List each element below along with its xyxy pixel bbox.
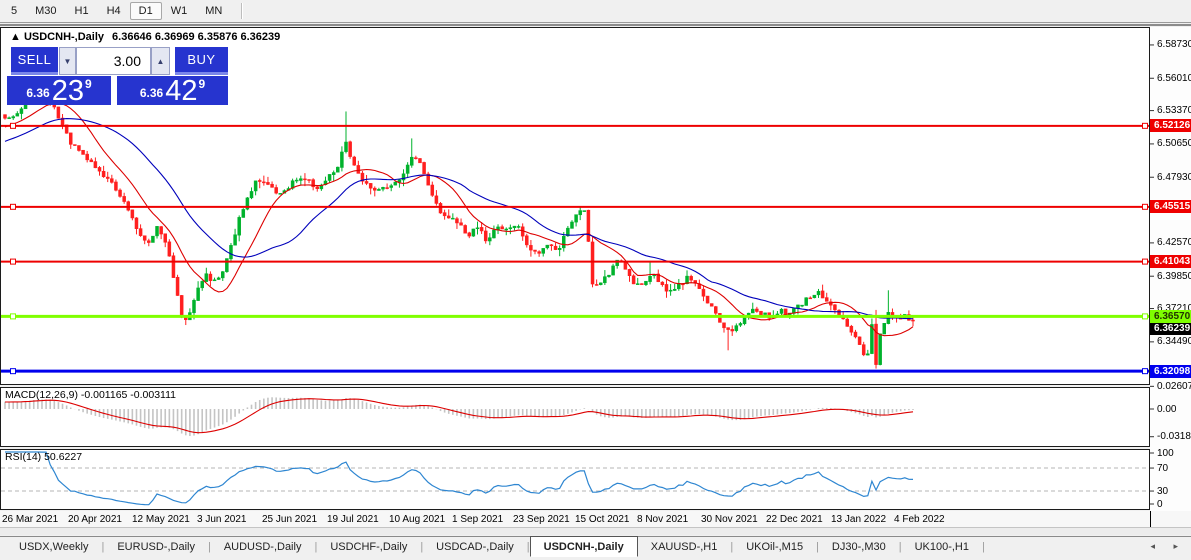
- buy-price-main: 42: [165, 75, 198, 107]
- chart-symbol-label: USDCNH-,Daily: [23, 31, 105, 43]
- lot-increase-button[interactable]: ▲: [151, 47, 170, 75]
- price-tick-label: 6.39850: [1157, 270, 1191, 282]
- rsi-panel[interactable]: [0, 449, 1150, 510]
- buy-price-pip: 9: [198, 77, 206, 91]
- tab-eurusd-daily[interactable]: EURUSD-,Daily: [104, 537, 208, 557]
- window-border: [0, 24, 1191, 26]
- lot-size-input[interactable]: 3.00: [76, 47, 151, 75]
- sell-button[interactable]: SELL: [11, 47, 58, 75]
- date-axis-label: 12 May 2021: [132, 514, 190, 525]
- macd-tick-label: 0.02607: [1157, 380, 1191, 392]
- date-axis-label: 26 Mar 2021: [2, 514, 59, 525]
- date-axis-label: 23 Sep 2021: [513, 514, 570, 525]
- price-line-badge: 6.36570: [1150, 309, 1191, 323]
- lot-decrease-button[interactable]: ▼: [59, 47, 76, 75]
- date-axis-label: 8 Nov 2021: [637, 514, 689, 525]
- tab-divider: |: [982, 541, 985, 553]
- date-axis-label: 19 Jul 2021: [327, 514, 379, 525]
- horizontal-scrollbar[interactable]: [0, 527, 1191, 535]
- timeframe-button-mn[interactable]: MN: [196, 2, 231, 20]
- sell-price-box[interactable]: 6.36 23 9: [7, 75, 111, 107]
- timeframe-button-d1[interactable]: D1: [129, 2, 162, 20]
- price-tick-label: 6.42570: [1157, 237, 1191, 249]
- buy-price-box[interactable]: 6.36 42 9: [117, 75, 228, 107]
- sell-price-pip: 9: [84, 77, 92, 91]
- date-axis-label: 20 Apr 2021: [68, 514, 122, 525]
- tab-audusd-daily[interactable]: AUDUSD-,Daily: [211, 537, 315, 557]
- price-tick-label: 6.50650: [1157, 138, 1191, 150]
- price-line-badge: 6.32098: [1150, 364, 1191, 378]
- price-tick-label: 6.56010: [1157, 72, 1191, 84]
- trading-terminal: 5 M30 H1 H4 D1 W1 MN ▲ USDCNH-,Daily 6.36646 6.…: [0, 0, 1191, 560]
- tab-scroll-arrows[interactable]: ◂ ▸: [1150, 541, 1186, 552]
- buy-button[interactable]: BUY: [175, 47, 228, 75]
- current-price-badge: 6.36239: [1150, 321, 1191, 335]
- date-axis-label: 10 Aug 2021: [389, 514, 446, 525]
- tab-usdx-weekly[interactable]: USDX,Weekly: [6, 537, 101, 557]
- timeframe-button-m30[interactable]: M30: [26, 2, 65, 20]
- price-tick-label: 6.53370: [1157, 105, 1191, 117]
- price-tick-label: 6.34490: [1157, 336, 1191, 348]
- timeframe-button-w1[interactable]: W1: [162, 2, 197, 20]
- rsi-header: RSI(14) 50.6227: [5, 451, 83, 463]
- timeframe-button-h4[interactable]: H4: [98, 2, 130, 20]
- date-axis-label: 3 Jun 2021: [197, 514, 247, 525]
- date-axis-label: 4 Feb 2022: [894, 514, 945, 525]
- chart-title: ▲ USDCNH-,Daily 6.36646 6.36969 6.35876 6…: [10, 31, 280, 43]
- tab-uk100-h1[interactable]: UK100-,H1: [902, 537, 982, 557]
- date-axis-label: 22 Dec 2021: [766, 514, 823, 525]
- price-tick-label: 6.58730: [1157, 39, 1191, 51]
- axis-divider: [1150, 511, 1151, 527]
- macd-header: MACD(12,26,9) -0.001165 -0.003111: [5, 389, 177, 401]
- timeframe-toolbar: 5 M30 H1 H4 D1 W1 MN: [0, 0, 1191, 23]
- timeframe-button-h1[interactable]: H1: [66, 2, 98, 20]
- sell-price-prefix: 6.36: [26, 86, 50, 100]
- chart-ohlc-values: 6.36646 6.36969 6.35876 6.36239: [112, 31, 281, 43]
- price-line-badge: 6.52126: [1150, 119, 1191, 133]
- date-axis-label: 1 Sep 2021: [452, 514, 504, 525]
- tab-dj30-m30[interactable]: DJ30-,M30: [819, 537, 899, 557]
- buy-price-prefix: 6.36: [139, 86, 164, 100]
- price-line-badge: 6.45515: [1150, 200, 1191, 214]
- macd-tick-label: 0.00: [1157, 403, 1177, 415]
- date-axis-label: 30 Nov 2021: [701, 514, 758, 525]
- rsi-tick-label: 0: [1157, 498, 1163, 510]
- toolbar-separator: [241, 3, 244, 19]
- rsi-tick-label: 30: [1157, 485, 1169, 497]
- tab-ukoil-m15[interactable]: UKOil-,M15: [733, 537, 816, 557]
- rsi-tick-label: 100: [1157, 447, 1174, 459]
- collapse-chart-icon[interactable]: ▲: [10, 31, 21, 43]
- tab-usdcad-daily[interactable]: USDCAD-,Daily: [423, 537, 527, 557]
- date-axis-label: 15 Oct 2021: [575, 514, 630, 525]
- tab-usdcnh-daily[interactable]: USDCNH-,Daily: [529, 536, 638, 557]
- macd-tick-label: -0.03187: [1157, 431, 1191, 443]
- timeframe-button-5[interactable]: 5: [2, 2, 26, 20]
- tab-usdchf-daily[interactable]: USDCHF-,Daily: [317, 537, 420, 557]
- date-axis-label: 25 Jun 2021: [262, 514, 318, 525]
- rsi-tick-label: 70: [1157, 462, 1169, 474]
- date-axis-label: 13 Jan 2022: [831, 514, 887, 525]
- price-line-badge: 6.41043: [1150, 255, 1191, 269]
- price-tick-label: 6.47930: [1157, 171, 1191, 183]
- tab-xauusd-h1[interactable]: XAUUSD-,H1: [638, 537, 731, 557]
- symbol-tab-bar: USDX,Weekly | EURUSD-,Daily | AUDUSD-,Daily |…: [0, 536, 1191, 557]
- sell-price-main: 23: [51, 75, 84, 107]
